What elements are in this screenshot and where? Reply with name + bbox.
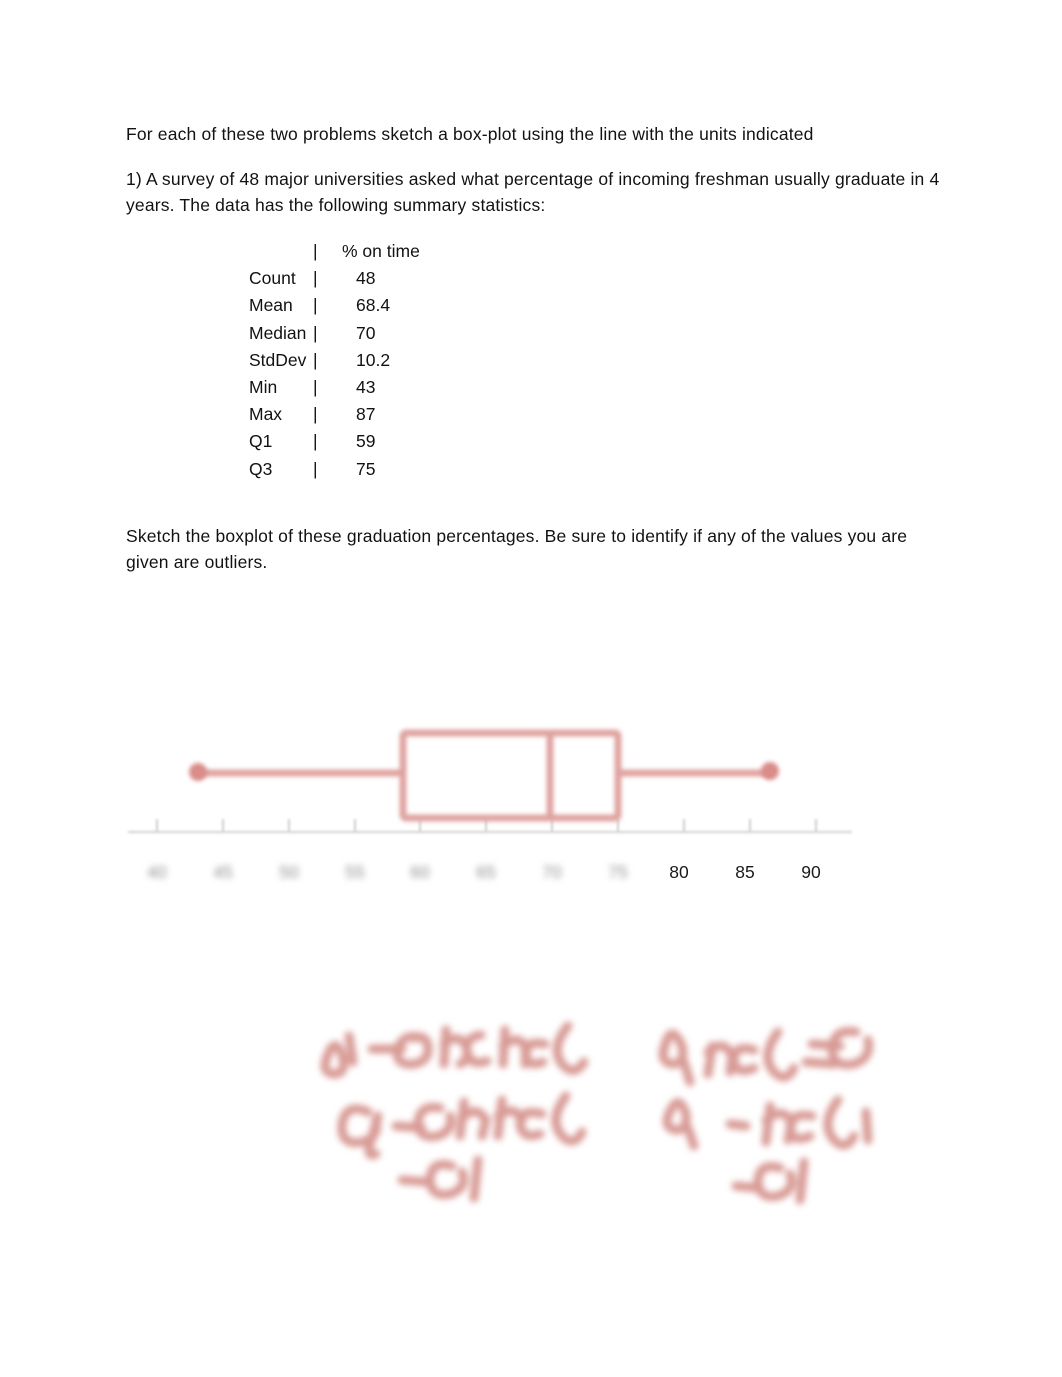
stats-row-pipe: | [313, 322, 318, 343]
table-row: Min | 43 [249, 374, 420, 401]
problem-1-text: 1) A survey of 48 major universities ask… [126, 169, 940, 215]
document-page: For each of these two problems sketch a … [0, 0, 1062, 1377]
whisker-endpoint-markers [189, 762, 779, 781]
lower-whisker-endpoint-dot [189, 763, 207, 781]
upper-whisker-endpoint-dot [761, 762, 779, 780]
axis-tick-label: 75 [608, 862, 627, 882]
axis-tick-label: 60 [410, 862, 430, 882]
stats-row-value: 68.4 [356, 295, 391, 316]
stats-row-pipe: | [313, 458, 318, 479]
stats-header-pipe: | [313, 241, 318, 261]
axis-tick-label-85: 85 [735, 862, 754, 882]
stats-row-label: StdDev [249, 349, 307, 370]
stats-table-body: | % on time Count | 48 Mean | 68.4 Media… [249, 238, 420, 483]
stats-row-value: 70 [356, 322, 376, 343]
number-line-axis [128, 819, 852, 834]
axis-tick-label: 40 [147, 862, 167, 882]
stats-table-header-row: | % on time [249, 238, 420, 265]
table-row: Mean | 68.4 [249, 292, 420, 319]
stats-row-label: Count [249, 268, 296, 289]
axis-tick-label-80: 80 [669, 862, 689, 882]
stats-row-pipe: | [313, 295, 318, 316]
summary-statistics-table: | % on time Count | 48 Mean | 68.4 Media… [249, 238, 420, 483]
table-row: Median | 70 [249, 320, 420, 347]
intro-instruction-text: For each of these two problems sketch a … [126, 124, 814, 144]
axis-tick-label-90: 90 [801, 862, 821, 882]
stats-row-pipe: | [313, 431, 318, 452]
axis-ticks [155, 819, 818, 832]
axis-tick-labels-legible: 80 85 90 [669, 862, 821, 882]
boxplot-drawing [195, 729, 773, 822]
handwritten-note-left [320, 1021, 589, 1203]
table-row: Max | 87 [249, 401, 420, 428]
axis-tick-label: 50 [279, 862, 299, 882]
stats-row-label: Max [249, 404, 283, 425]
stats-row-pipe: | [313, 377, 318, 398]
stats-row-value: 48 [356, 268, 376, 289]
stats-row-value: 59 [356, 431, 376, 452]
stats-row-label: Mean [249, 295, 293, 316]
sketch-boxplot-instruction-text: Sketch the boxplot of these graduation p… [126, 526, 908, 572]
axis-tick-labels-blurred: 40 45 50 55 60 65 70 75 [147, 862, 627, 882]
table-row: Q1 | 59 [249, 428, 420, 455]
handwritten-note-right [658, 1026, 874, 1205]
stats-row-value: 43 [356, 377, 376, 398]
stats-row-label: Q1 [249, 431, 273, 452]
interquartile-box [399, 729, 622, 822]
stats-header-value: % on time [342, 241, 420, 261]
stats-header-label [249, 238, 313, 265]
table-row: StdDev | 10.2 [249, 347, 420, 374]
axis-tick-label: 55 [345, 862, 364, 882]
table-row: Count | 48 [249, 265, 420, 292]
table-row: Q3 | 75 [249, 456, 420, 483]
axis-tick-label: 65 [476, 862, 495, 882]
stats-row-label: Min [249, 377, 278, 398]
stats-row-value: 10.2 [356, 349, 391, 370]
axis-tick-label: 45 [213, 862, 232, 882]
stats-row-value: 87 [356, 404, 376, 425]
axis-tick-label: 70 [542, 862, 562, 882]
stats-row-label: Q3 [249, 458, 273, 479]
stats-row-value: 75 [356, 458, 376, 479]
stats-row-pipe: | [313, 268, 318, 289]
stats-row-pipe: | [313, 349, 318, 370]
stats-row-pipe: | [313, 404, 318, 425]
stats-row-label: Median [249, 322, 307, 343]
